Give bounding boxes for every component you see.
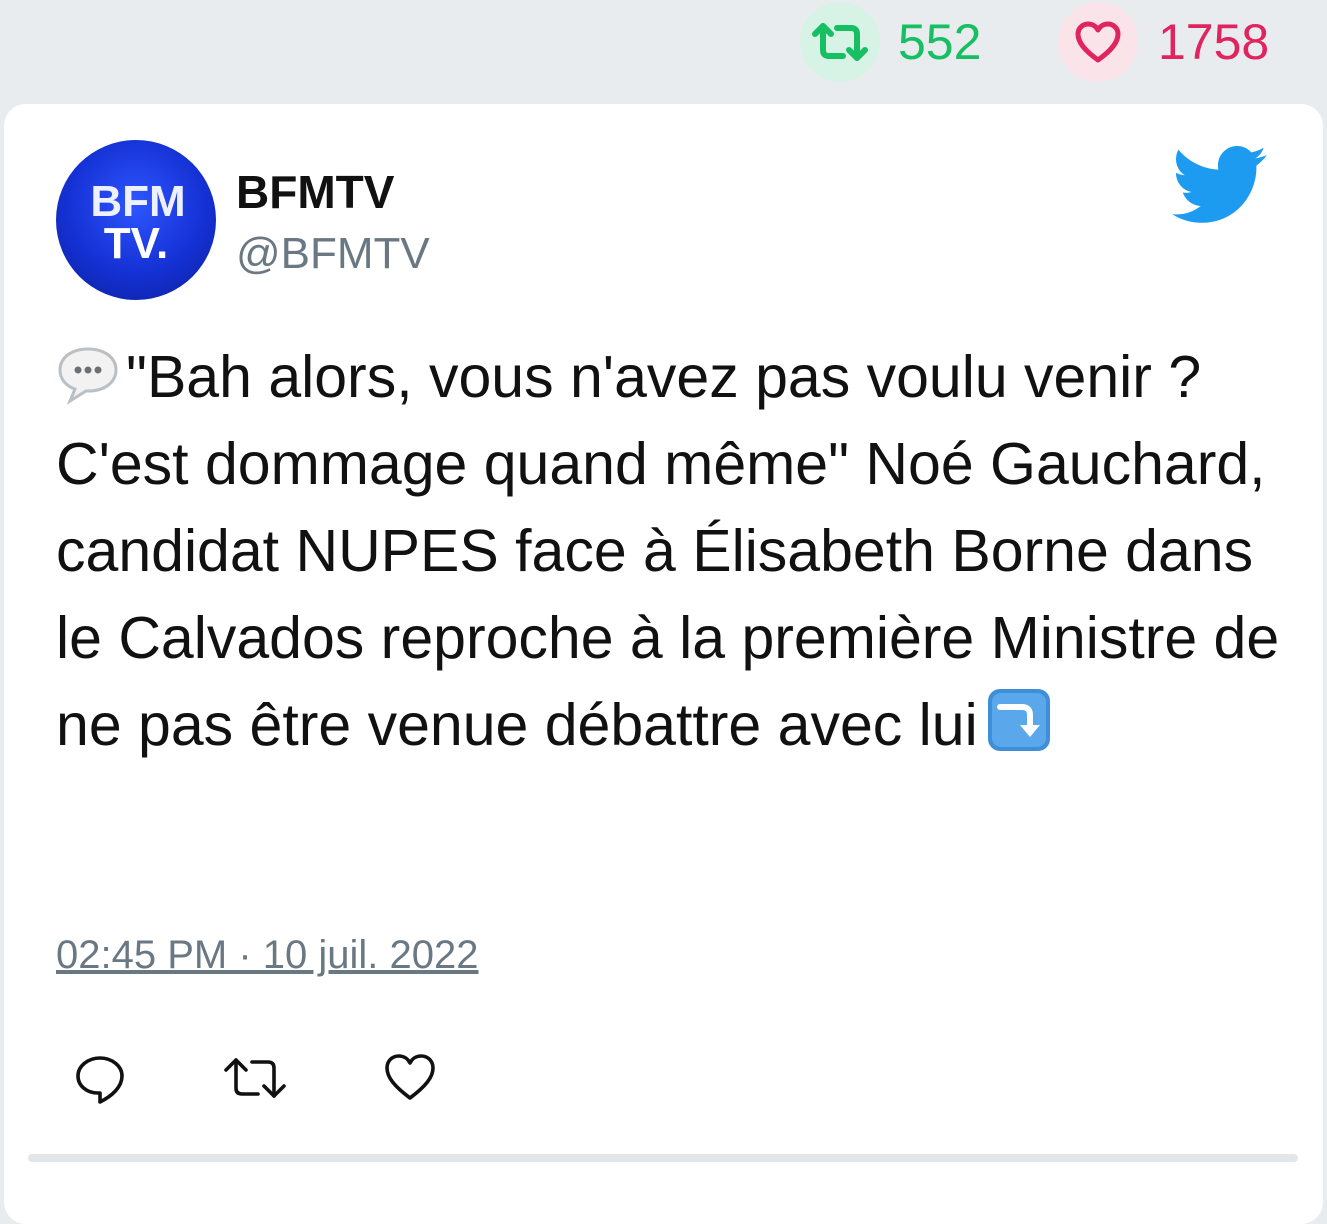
retweet-count: 552 xyxy=(898,14,982,70)
like-count: 1758 xyxy=(1158,14,1270,70)
tweet-card: BFM TV. BFMTV @BFMTV "Bah alors, vous n'… xyxy=(4,104,1323,1224)
tweet-text-block: "Bah alors, vous n'avez pas voulu venir … xyxy=(56,334,1286,769)
bfmtv-logo: BFM TV. xyxy=(90,177,185,268)
retweet-action-icon[interactable] xyxy=(222,1050,288,1106)
avatar[interactable]: BFM TV. xyxy=(56,140,216,300)
like-stat-button[interactable] xyxy=(1058,2,1138,82)
tweet-text: "Bah alors, vous n'avez pas voulu venir … xyxy=(56,344,1280,758)
card-divider xyxy=(28,1154,1298,1162)
avatar-logo-line2: TV. xyxy=(104,219,168,268)
like-icon[interactable] xyxy=(382,1050,438,1106)
retweet-icon xyxy=(812,23,868,61)
tweet-stats: 552 1758 xyxy=(0,0,1327,100)
tweet-timestamp-link[interactable]: 02:45 PM · 10 juil. 2022 xyxy=(56,932,478,978)
author-handle[interactable]: @BFMTV xyxy=(236,228,430,280)
retweet-stat-button[interactable] xyxy=(800,2,880,82)
twitter-bird-icon[interactable] xyxy=(1172,146,1268,226)
reply-icon[interactable] xyxy=(72,1050,128,1106)
arrow-right-curving-down-icon xyxy=(987,689,1050,751)
speech-bubble-icon xyxy=(58,347,118,405)
heart-icon xyxy=(1075,21,1121,63)
author-name[interactable]: BFMTV xyxy=(236,166,394,218)
